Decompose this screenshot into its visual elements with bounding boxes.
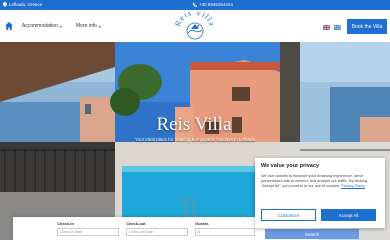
hero-title: Reis Villa [156,114,232,135]
checkin-input[interactable]: Check-in Date [57,228,119,236]
nav-more-info-label[interactable]: More info [76,23,97,29]
guests-field: Guests 1 [195,221,255,236]
main-navigation: Accommodation ▾ More info ▾ Reis Villa B… [0,10,390,42]
cookie-title: We value your privacy [261,163,319,169]
guests-label: Guests [195,221,209,226]
location-pin-icon [3,2,7,7]
logo[interactable]: Reis Villa [174,12,216,42]
book-the-villa-button[interactable]: Book the Villa [347,19,387,34]
chevron-down-icon: ▾ [98,23,101,29]
phone[interactable]: +30 6945254444 [193,2,233,7]
checkout-input[interactable]: Check-out Date [126,228,188,236]
search-button[interactable]: Search [265,229,359,239]
hero-subtitle: Your ideal place for relaxing & enjoyabl… [135,137,255,142]
privacy-policy-link[interactable]: Privacy Policy [341,184,365,188]
checkout-label: Check-out [126,221,146,226]
checkin-label: Check-in [57,221,74,226]
home-icon[interactable] [5,22,13,30]
location: Lefkada, Greece [3,2,42,7]
nav-more-info[interactable]: More info ▾ [76,23,101,29]
language-switcher [323,25,341,30]
cookie-consent-banner: We value your privacy We use cookies to … [255,158,385,228]
customize-button[interactable]: Customize [261,209,316,221]
nav-accommodation[interactable]: Accommodation ▾ [22,23,62,29]
accept-all-button[interactable]: Accept All [321,209,376,221]
phone-text[interactable]: +30 6945254444 [199,2,233,7]
greek-flag-icon[interactable] [334,25,341,30]
uk-flag-icon[interactable] [323,25,330,30]
top-info-bar: Lefkada, Greece +30 6945254444 [0,0,390,10]
location-text: Lefkada, Greece [9,2,43,7]
guests-value: 1 [198,230,200,234]
chevron-down-icon: ▾ [59,23,62,29]
nav-accommodation-label[interactable]: Accommodation [22,23,58,29]
phone-icon [193,2,197,7]
checkout-field: Check-out Check-out Date [126,221,188,236]
cookie-body: We use cookies to enhance your browsing … [261,174,381,190]
guests-select[interactable]: 1 [195,228,255,236]
checkin-field: Check-in Check-in Date [57,221,119,236]
